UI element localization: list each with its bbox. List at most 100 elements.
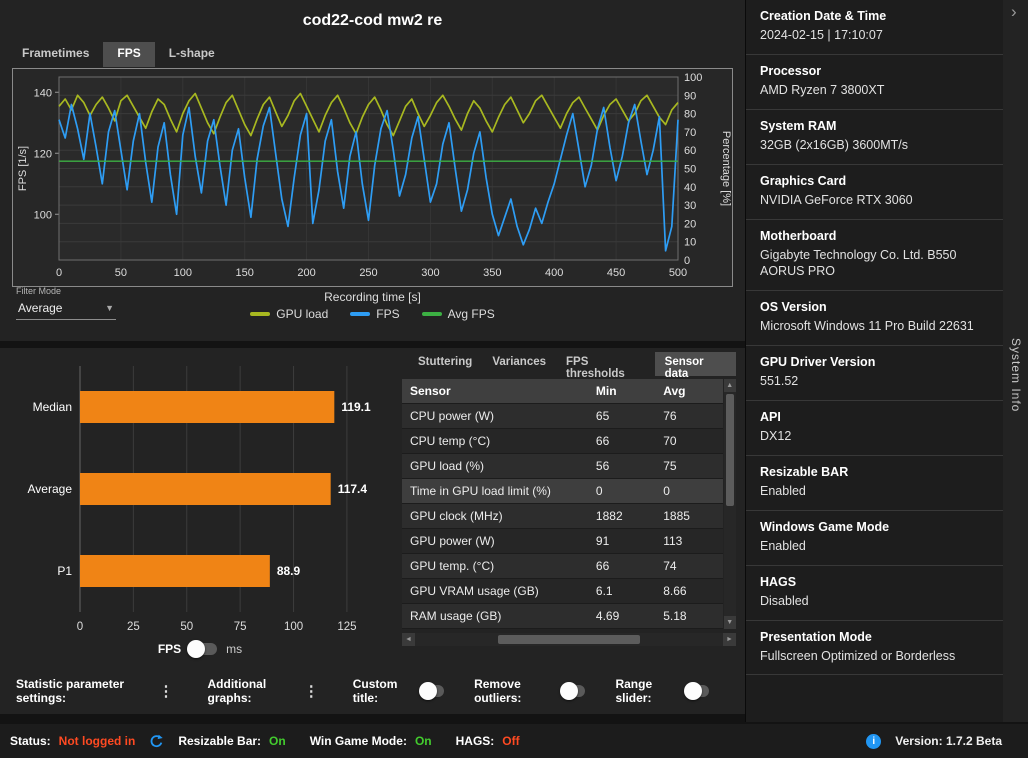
sysinfo-processor: Processor AMD Ryzen 7 3800XT	[746, 55, 1003, 110]
svg-text:60: 60	[684, 145, 696, 157]
filter-mode-value: Average	[18, 301, 63, 315]
sensor-cell: 75	[655, 453, 723, 479]
table-vertical-scrollbar[interactable]: ▲ ▼	[723, 379, 736, 629]
svg-text:50: 50	[684, 164, 696, 176]
tab-stuttering[interactable]: Stuttering	[408, 352, 482, 376]
options-row: Statistic parameter settings: ⋮ Addition…	[0, 674, 745, 708]
toggle-knob	[560, 682, 579, 700]
custom-title-toggle[interactable]	[418, 682, 445, 700]
statistic-settings-group: Statistic parameter settings: ⋮	[16, 677, 178, 705]
sysinfo-value: 2024-02-15 | 17:10:07	[760, 28, 883, 42]
svg-text:70: 70	[684, 127, 696, 139]
sysinfo-label: Windows Game Mode	[760, 519, 890, 534]
hags-label: HAGS:	[455, 734, 495, 748]
horizontal-scroll-thumb[interactable]	[498, 635, 640, 644]
fps-line-chart[interactable]: 0 50 100 150 200 250 300 350 400 450 5000102030405…	[13, 69, 732, 286]
sensor-cell: 66	[587, 553, 656, 579]
info-icon[interactable]: i	[866, 733, 882, 749]
svg-text:119.1: 119.1	[341, 400, 371, 414]
statistic-settings-menu-icon[interactable]: ⋮	[155, 682, 178, 700]
scroll-right-arrow-icon[interactable]: ►	[723, 633, 736, 646]
status-bar: Status: Not logged in Resizable Bar: On …	[0, 724, 1028, 758]
sysinfo-value: DX12	[760, 429, 792, 443]
legend-item-gpu-load[interactable]: GPU load	[250, 307, 328, 321]
svg-text:125: 125	[337, 621, 356, 633]
sensor-tabs: Stuttering Variances FPS thresholds Sensor …	[408, 352, 736, 380]
sysinfo-os-version: OS Version Microsoft Windows 11 Pro Build…	[746, 291, 1003, 347]
column-header-sensor[interactable]: Sensor	[402, 379, 588, 404]
sysinfo-label: Motherboard	[760, 228, 837, 243]
custom-title-label: Custom title:	[352, 677, 398, 705]
svg-text:30: 30	[684, 200, 696, 212]
ms-unit-label: ms	[226, 642, 243, 656]
column-header-avg[interactable]: Avg	[655, 379, 723, 404]
svg-text:450: 450	[607, 267, 625, 279]
refresh-icon[interactable]	[149, 734, 164, 749]
tab-l-shape[interactable]: L-shape	[155, 42, 229, 67]
tab-variances[interactable]: Variances	[482, 352, 556, 376]
svg-text:88.9: 88.9	[277, 564, 301, 578]
filter-mode-select[interactable]: Average ▼	[16, 299, 116, 320]
tab-sensor-data[interactable]: Sensor data	[654, 352, 736, 380]
sensor-row-gpu-load-[interactable]: GPU load (%) 56 75	[402, 453, 723, 479]
svg-text:50: 50	[180, 621, 193, 633]
sensor-row-cpu-temp-c-[interactable]: CPU temp (°C) 66 70	[402, 428, 723, 454]
sensor-row-time-in-gpu-load-limit-[interactable]: Time in GPU load limit (%) 0 0	[402, 478, 723, 504]
analysis-main-column: cod22-cod mw2 re Frametimes FPS L-shape 05…	[0, 0, 745, 714]
scroll-up-arrow-icon[interactable]: ▲	[723, 379, 736, 392]
sensor-row-gpu-power-w-[interactable]: GPU power (W) 91 113	[402, 528, 723, 554]
additional-graphs-group: Additional graphs: ⋮	[208, 677, 323, 705]
system-info-items: Creation Date & Time 2024-02-15 | 17:10:0…	[746, 0, 1003, 676]
legend-item-avg-fps[interactable]: Avg FPS	[421, 307, 495, 321]
sensor-row-gpu-temp-c-[interactable]: GPU temp. (°C) 66 74	[402, 553, 723, 579]
table-horizontal-scrollbar[interactable]: ◄ ►	[402, 633, 736, 646]
horizontal-scroll-track[interactable]	[415, 633, 723, 646]
sysinfo-graphics-card: Graphics Card NVIDIA GeForce RTX 3060	[746, 165, 1003, 220]
svg-text:100: 100	[284, 621, 303, 633]
svg-text:350: 350	[483, 267, 501, 279]
sensor-row-gpu-vram-usage-gb-[interactable]: GPU VRAM usage (GB) 6.1 8.66	[402, 578, 723, 604]
sensor-cell: 91	[587, 528, 656, 554]
collapse-sidebar-chevron-icon[interactable]: ›	[1011, 2, 1017, 22]
legend-item-fps[interactable]: FPS	[350, 307, 400, 321]
statistics-bar-chart[interactable]: 0 25 50 75 100 125 Median 119.1 Average 117.4 P1 88…	[8, 354, 400, 642]
legend-marker	[350, 312, 371, 316]
svg-text:10: 10	[684, 237, 696, 249]
scroll-left-arrow-icon[interactable]: ◄	[402, 633, 415, 646]
sysinfo-motherboard: Motherboard Gigabyte Technology Co. Ltd. …	[746, 220, 1003, 292]
sensor-cell: GPU temp. (°C)	[402, 553, 588, 579]
legend-label: Avg FPS	[447, 307, 495, 321]
sensor-cell: 76	[655, 403, 723, 429]
statistic-settings-label: Statistic parameter settings:	[16, 677, 125, 705]
svg-text:120: 120	[34, 148, 52, 160]
range-slider-group: Range slider:	[615, 677, 709, 705]
svg-text:25: 25	[127, 621, 140, 633]
svg-text:100: 100	[174, 267, 192, 279]
svg-text:500: 500	[669, 267, 687, 279]
sensor-row-ram-usage-gb-[interactable]: RAM usage (GB) 4.69 5.18	[402, 603, 723, 629]
sensor-row-gpu-clock-mhz-[interactable]: GPU clock (MHz) 1882 1885	[402, 503, 723, 529]
sensor-table-header-row: Sensor Min Avg	[402, 379, 723, 404]
column-header-min[interactable]: Min	[587, 379, 656, 404]
tab-fps-thresholds[interactable]: FPS thresholds	[556, 352, 655, 380]
additional-graphs-menu-icon[interactable]: ⋮	[300, 682, 323, 700]
sensor-cell: 4.69	[587, 603, 656, 629]
vertical-scroll-thumb[interactable]	[725, 394, 734, 506]
toggle-knob	[187, 640, 206, 658]
legend-label: FPS	[376, 307, 400, 321]
scroll-down-arrow-icon[interactable]: ▼	[723, 616, 736, 629]
sensor-cell: 6.1	[587, 578, 656, 604]
sysinfo-creation-date-time: Creation Date & Time 2024-02-15 | 17:10:0…	[746, 0, 1003, 55]
tab-frametimes[interactable]: Frametimes	[8, 42, 103, 67]
sensor-cell: 113	[655, 528, 723, 554]
tab-fps[interactable]: FPS	[103, 42, 155, 67]
sensor-table-zone: Sensor Min Avg CPU power (W) 65 76 CPU temp (°…	[402, 379, 736, 629]
filter-mode-caption: Filter Mode	[16, 286, 62, 296]
remove-outliers-toggle[interactable]	[560, 682, 586, 700]
game-mode-label: Win Game Mode:	[309, 734, 407, 748]
sensor-row-cpu-power-w-[interactable]: CPU power (W) 65 76	[402, 403, 723, 429]
fps-ms-toggle[interactable]	[187, 640, 218, 658]
vertical-scroll-track[interactable]	[724, 508, 736, 616]
sensor-cell: 70	[655, 428, 723, 454]
range-slider-toggle[interactable]	[683, 682, 709, 700]
